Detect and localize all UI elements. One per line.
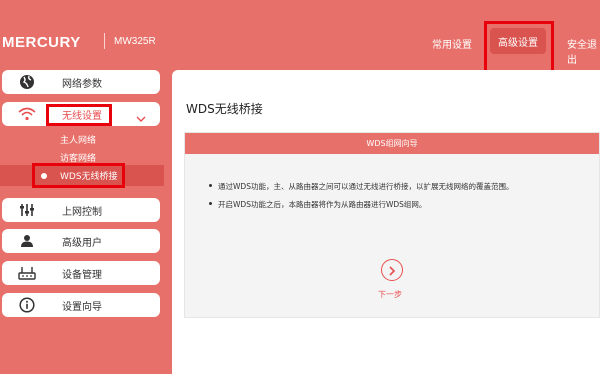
logo-divider xyxy=(104,33,105,49)
brand-logo: MERCURY xyxy=(2,34,81,51)
wizard-title: WDS组网向导 xyxy=(366,139,418,148)
submenu-item-guest-network[interactable]: 访客网络 xyxy=(60,151,96,164)
nav-safe-exit[interactable]: 安全退出 xyxy=(567,36,600,66)
wizard-header: WDS组网向导 xyxy=(185,133,599,154)
sidebar-item-device-management[interactable]: 设备管理 xyxy=(2,261,160,285)
sidebar-item-label: 设置向导 xyxy=(62,301,102,313)
submenu-item-wds[interactable]: WDS无线桥接 xyxy=(0,165,164,186)
wifi-icon xyxy=(16,107,38,121)
sidebar-item-advanced-user[interactable]: 高级用户 xyxy=(2,229,160,253)
submenu-item-label: WDS无线桥接 xyxy=(60,172,118,182)
nav-advanced-label: 高级设置 xyxy=(498,37,538,49)
info-icon xyxy=(16,297,38,313)
wizard-bullet: 通过WDS功能，主、从路由器之间可以通过无线进行桥接，以扩展无线网络的覆盖范围。 xyxy=(208,182,514,191)
sidebar-item-label: 无线设置 xyxy=(62,110,102,122)
model-label: MW325R xyxy=(114,36,156,47)
active-dot-icon xyxy=(41,173,47,179)
sliders-icon xyxy=(16,203,38,217)
header-bar: MERCURY MW325R 常用设置 高级设置 安全退出 xyxy=(0,0,600,70)
page-title: WDS无线桥接 xyxy=(186,102,263,116)
sidebar-item-label: 网络参数 xyxy=(62,78,102,90)
sidebar-item-label: 上网控制 xyxy=(62,206,102,218)
wizard-bullet: 开启WDS功能之后，本路由器将作为从路由器进行WDS组网。 xyxy=(208,200,427,209)
sidebar-item-wireless[interactable]: 无线设置 xyxy=(2,102,160,126)
nav-basic-settings[interactable]: 常用设置 xyxy=(432,36,472,51)
sidebar-item-setup-wizard[interactable]: 设置向导 xyxy=(2,293,160,317)
chevron-down-icon xyxy=(136,108,146,127)
sidebar-item-label: 高级用户 xyxy=(62,237,102,249)
next-step-label[interactable]: 下一步 xyxy=(378,289,402,300)
chevron-right-icon xyxy=(387,261,397,280)
submenu-item-host-network[interactable]: 主人网络 xyxy=(60,133,96,146)
sidebar-item-internet-control[interactable]: 上网控制 xyxy=(2,198,160,222)
main-panel: WDS无线桥接 WDS组网向导 通过WDS功能，主、从路由器之间可以通过无线进行… xyxy=(172,70,600,374)
user-icon xyxy=(16,234,38,248)
next-step-button[interactable] xyxy=(381,259,403,281)
globe-icon xyxy=(16,74,38,90)
nav-advanced-settings[interactable]: 高级设置 xyxy=(490,28,546,54)
sidebar-item-label: 设备管理 xyxy=(62,269,102,281)
router-icon xyxy=(16,266,38,280)
sidebar-item-network[interactable]: 网络参数 xyxy=(2,70,160,94)
